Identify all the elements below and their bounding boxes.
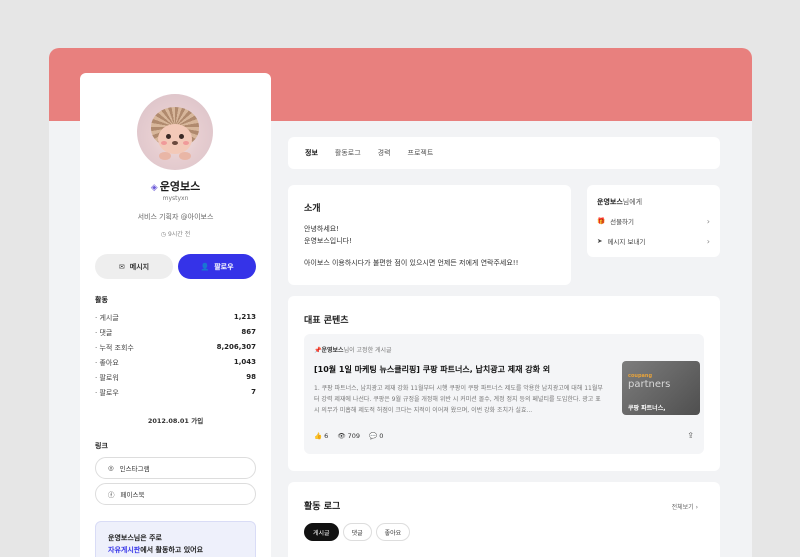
comment-icon: 💬: [369, 432, 378, 440]
like-count[interactable]: 👍 6: [314, 432, 328, 440]
facebook-icon: ⓕ: [108, 491, 115, 499]
profile-nickname: ◈ 운영보스: [150, 180, 201, 193]
verified-badge-icon: ◈: [150, 183, 158, 193]
chip-posts[interactable]: 게시글: [304, 523, 339, 541]
post-thumbnail[interactable]: coupang partners 쿠팡 파트너스,: [622, 361, 700, 415]
pinned-label: 📌운영보스님이 고정한 게시글: [314, 347, 392, 354]
stat-row: · 누적 조회수 8,206,307: [95, 343, 256, 352]
gift-icon: 🎁: [597, 217, 606, 225]
avatar[interactable]: [137, 94, 213, 170]
follow-button[interactable]: 👤 팔로우: [178, 254, 256, 279]
message-button[interactable]: ✉ 메시지: [95, 254, 173, 279]
profile-page: ◈ 운영보스 mystyxn 서비스 기획자 @아이보스 ◷ 9시간 전 ✉ 메시지…: [49, 48, 752, 557]
add-user-icon: 👤: [200, 262, 210, 271]
featured-title: 대표 콘텐츠: [304, 316, 349, 326]
main-board-note: 운영보스님은 주로 자유게시판에서 활동하고 있어요: [95, 521, 256, 557]
instagram-link[interactable]: ◎ 인스타그램: [95, 457, 256, 479]
featured-card: 대표 콘텐츠 📌운영보스님이 고정한 게시글 [10월 1일 마케팅 뉴스클리핑…: [288, 296, 720, 471]
last-active: ◷ 9시간 전: [160, 231, 191, 238]
intro-card: 소개 안녕하세요! 운영보스입니다! 아이보스 이용하시다가 불편한 점이 있으…: [288, 185, 571, 285]
profile-tabs: 정보 활동로그 경력 프로젝트: [288, 137, 720, 169]
profile-user-id: mystyxn: [162, 195, 189, 202]
post-title[interactable]: [10월 1일 마케팅 뉴스클리핑] 쿠팡 파트너스, 납치광고 제재 강화 외: [314, 364, 604, 375]
tab-activity-log[interactable]: 활동로그: [335, 148, 361, 158]
stat-row: · 댓글 867: [95, 328, 256, 337]
activity-filter: 게시글 댓글 좋아요: [304, 523, 411, 541]
view-count: 👁 709: [337, 432, 361, 440]
facebook-link[interactable]: ⓕ 페이스북: [95, 483, 256, 505]
chip-likes[interactable]: 좋아요: [375, 523, 411, 541]
tab-career[interactable]: 경력: [378, 148, 391, 158]
gift-card: 운영보스님에게 🎁 선물하기 › ➤ 메시지 보내기 ›: [587, 185, 720, 257]
tab-projects[interactable]: 프로젝트: [408, 148, 434, 158]
send-message-button[interactable]: ➤ 메시지 보내기 ›: [597, 236, 710, 247]
chevron-right-icon: ›: [706, 216, 710, 226]
gift-card-title: 운영보스님에게: [597, 198, 643, 206]
links-title: 링크: [95, 442, 108, 450]
eye-icon: 👁: [337, 432, 346, 440]
activity-log-title: 활동 로그: [304, 502, 341, 512]
activity-title: 활동: [95, 296, 108, 304]
post-excerpt: 1. 쿠팡 파트너스, 납치광고 제재 강화 11월부터 시행 쿠팡이 쿠팡 파…: [314, 385, 603, 414]
activity-log-card: 활동 로그 전체보기 › 게시글 댓글 좋아요: [288, 482, 720, 557]
clock-icon: ◷: [160, 231, 167, 238]
gift-button[interactable]: 🎁 선물하기 ›: [597, 216, 710, 227]
stat-row: · 게시글 1,213: [95, 313, 256, 322]
stat-row: · 팔로우 7: [95, 388, 256, 397]
pinned-post[interactable]: 📌운영보스님이 고정한 게시글 [10월 1일 마케팅 뉴스클리핑] 쿠팡 파트…: [304, 334, 704, 454]
board-link[interactable]: 자유게시판: [108, 546, 140, 554]
intro-body: 안녕하세요! 운영보스입니다! 아이보스 이용하시다가 불편한 점이 있으시면 …: [304, 225, 519, 267]
stat-row: · 좋아요 1,043: [95, 358, 256, 367]
comment-count[interactable]: 💬 0: [369, 432, 383, 440]
share-icon[interactable]: ⇪: [687, 431, 694, 440]
joined-date: 2012.08.01 가입: [147, 417, 204, 425]
chip-comments[interactable]: 댓글: [342, 523, 372, 541]
send-icon: ➤: [597, 237, 603, 245]
instagram-icon: ◎: [108, 464, 114, 472]
chevron-right-icon: ›: [706, 236, 710, 246]
post-metrics: 👍 6 👁 709 💬 0: [314, 432, 383, 440]
profile-role: 서비스 기획자 @아이보스: [137, 213, 214, 221]
intro-title: 소개: [304, 204, 321, 214]
profile-card: ◈ 운영보스 mystyxn 서비스 기획자 @아이보스 ◷ 9시간 전 ✉ 메시지…: [80, 73, 271, 557]
stat-row: · 팔로워 98: [95, 373, 256, 382]
envelope-icon: ✉: [118, 262, 125, 271]
tab-info[interactable]: 정보: [305, 148, 318, 158]
view-all-link[interactable]: 전체보기 ›: [672, 502, 698, 511]
thumbs-up-icon: 👍: [314, 432, 323, 440]
